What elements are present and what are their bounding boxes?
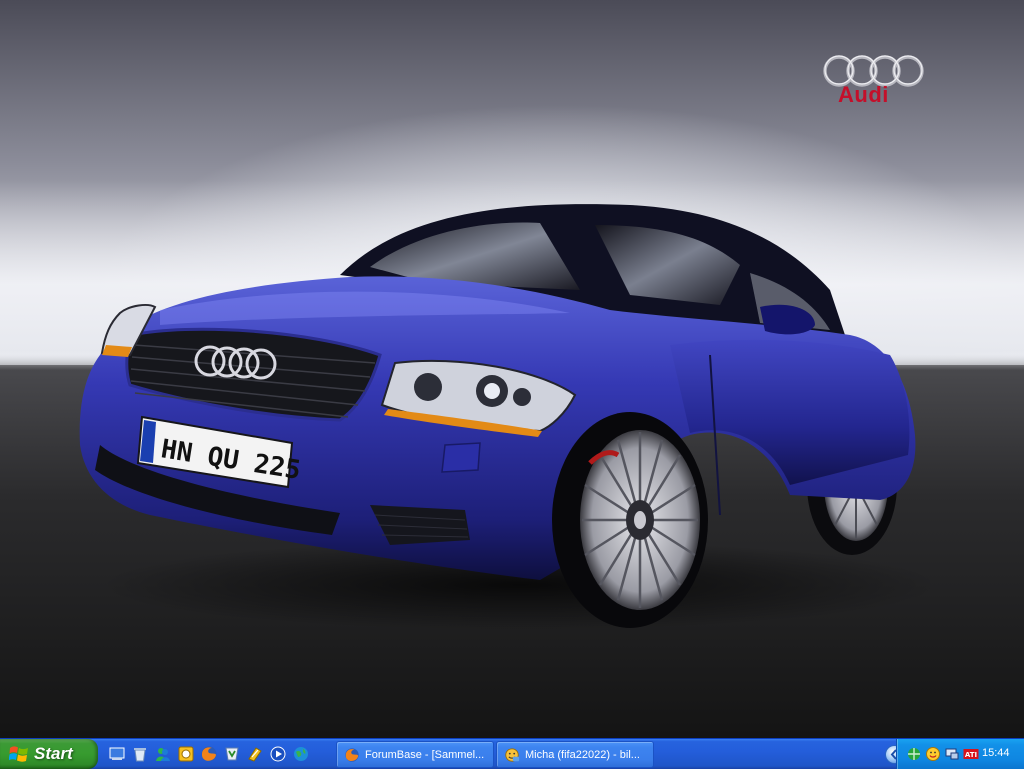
messenger-icon[interactable]	[154, 745, 172, 763]
show-desktop-icon[interactable]	[108, 745, 126, 763]
firefox-icon[interactable]	[200, 745, 218, 763]
ati-label: ATI	[965, 751, 977, 759]
tray-clock[interactable]: 15:44	[982, 747, 1010, 759]
network-icon[interactable]	[906, 746, 922, 762]
globe-icon[interactable]	[292, 745, 310, 763]
taskbar-button-messenger[interactable]: Micha (fifa22022) - bil...	[496, 741, 654, 768]
recycle-icon[interactable]	[131, 745, 149, 763]
audi-brand-text: Audi	[838, 82, 889, 107]
task-label: Micha (fifa22022) - bil...	[525, 748, 640, 761]
ati-icon[interactable]: ATI	[963, 746, 979, 762]
taskbar: Start ForumBase - [Sammel... Micha (fifa…	[0, 738, 1024, 769]
media-icon[interactable]	[177, 745, 195, 763]
firefox-icon	[345, 747, 359, 762]
smiley-icon[interactable]	[925, 746, 941, 762]
messenger-chat-icon	[505, 747, 520, 762]
audi-tt-car: HN QU 225	[79, 204, 930, 630]
start-button[interactable]: Start	[0, 739, 98, 769]
taskbar-button-firefox[interactable]: ForumBase - [Sammel...	[336, 741, 494, 768]
display-icon[interactable]	[944, 746, 960, 762]
windows-logo-icon	[9, 746, 28, 762]
music-icon[interactable]	[246, 745, 264, 763]
task-label: ForumBase - [Sammel...	[365, 748, 485, 761]
desktop-wallpaper: Audi HN QU 225	[0, 0, 1024, 738]
start-label: Start	[34, 744, 73, 763]
winamp-icon[interactable]	[223, 745, 241, 763]
tray-icons: ATI	[906, 746, 979, 762]
player-icon[interactable]	[269, 745, 287, 763]
quick-launch-toolbar	[108, 745, 310, 763]
